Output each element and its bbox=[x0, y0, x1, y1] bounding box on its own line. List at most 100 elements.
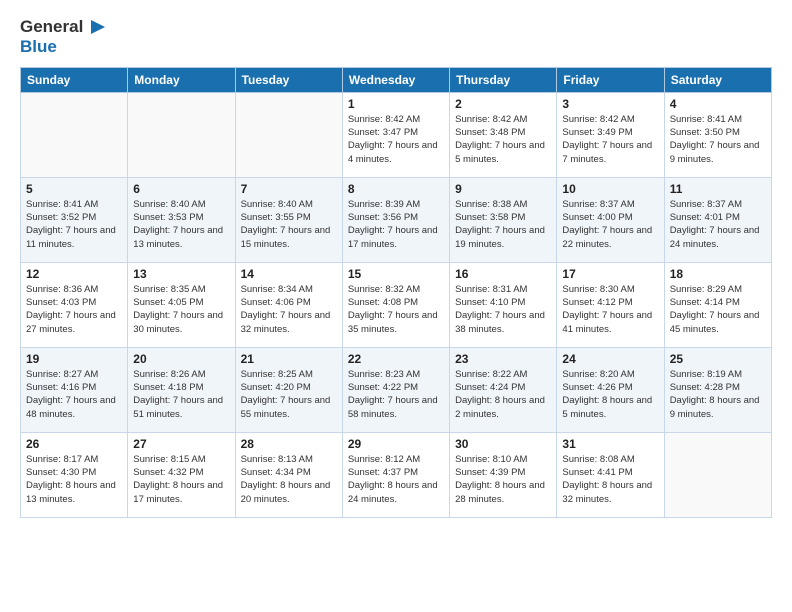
cell-content: Sunrise: 8:23 AM Sunset: 4:22 PM Dayligh… bbox=[348, 368, 444, 421]
cell-content: Sunrise: 8:17 AM Sunset: 4:30 PM Dayligh… bbox=[26, 453, 122, 506]
day-number: 22 bbox=[348, 352, 444, 366]
cell-content: Sunrise: 8:42 AM Sunset: 3:49 PM Dayligh… bbox=[562, 113, 658, 166]
calendar-cell: 19 Sunrise: 8:27 AM Sunset: 4:16 PM Dayli… bbox=[21, 347, 128, 432]
cell-content: Sunrise: 8:15 AM Sunset: 4:32 PM Dayligh… bbox=[133, 453, 229, 506]
day-number: 9 bbox=[455, 182, 551, 196]
calendar-cell: 13 Sunrise: 8:35 AM Sunset: 4:05 PM Dayli… bbox=[128, 262, 235, 347]
day-header-row: SundayMondayTuesdayWednesdayThursdayFrid… bbox=[21, 67, 772, 92]
calendar-page: General Blue SundayMondayTuesdayWednesda… bbox=[0, 0, 792, 612]
calendar-cell: 28 Sunrise: 8:13 AM Sunset: 4:34 PM Dayli… bbox=[235, 432, 342, 517]
day-number: 29 bbox=[348, 437, 444, 451]
cell-content: Sunrise: 8:12 AM Sunset: 4:37 PM Dayligh… bbox=[348, 453, 444, 506]
cell-content: Sunrise: 8:20 AM Sunset: 4:26 PM Dayligh… bbox=[562, 368, 658, 421]
day-number: 13 bbox=[133, 267, 229, 281]
cell-content: Sunrise: 8:13 AM Sunset: 4:34 PM Dayligh… bbox=[241, 453, 337, 506]
cell-content: Sunrise: 8:29 AM Sunset: 4:14 PM Dayligh… bbox=[670, 283, 766, 336]
day-number: 4 bbox=[670, 97, 766, 111]
header: General Blue bbox=[20, 16, 772, 57]
cell-content: Sunrise: 8:39 AM Sunset: 3:56 PM Dayligh… bbox=[348, 198, 444, 251]
cell-content: Sunrise: 8:41 AM Sunset: 3:52 PM Dayligh… bbox=[26, 198, 122, 251]
cell-content: Sunrise: 8:37 AM Sunset: 4:00 PM Dayligh… bbox=[562, 198, 658, 251]
day-number: 5 bbox=[26, 182, 122, 196]
day-number: 23 bbox=[455, 352, 551, 366]
day-header-wednesday: Wednesday bbox=[342, 67, 449, 92]
cell-content: Sunrise: 8:08 AM Sunset: 4:41 PM Dayligh… bbox=[562, 453, 658, 506]
logo-general: General bbox=[20, 18, 83, 37]
week-row-3: 19 Sunrise: 8:27 AM Sunset: 4:16 PM Dayli… bbox=[21, 347, 772, 432]
day-header-monday: Monday bbox=[128, 67, 235, 92]
calendar-cell: 5 Sunrise: 8:41 AM Sunset: 3:52 PM Daylig… bbox=[21, 177, 128, 262]
cell-content: Sunrise: 8:40 AM Sunset: 3:53 PM Dayligh… bbox=[133, 198, 229, 251]
cell-content: Sunrise: 8:32 AM Sunset: 4:08 PM Dayligh… bbox=[348, 283, 444, 336]
calendar-cell bbox=[664, 432, 771, 517]
cell-content: Sunrise: 8:22 AM Sunset: 4:24 PM Dayligh… bbox=[455, 368, 551, 421]
day-number: 21 bbox=[241, 352, 337, 366]
calendar-cell: 1Sunrise: 8:42 AM Sunset: 3:47 PM Daylig… bbox=[342, 92, 449, 177]
calendar-cell: 22 Sunrise: 8:23 AM Sunset: 4:22 PM Dayli… bbox=[342, 347, 449, 432]
day-number: 2 bbox=[455, 97, 551, 111]
week-row-1: 5 Sunrise: 8:41 AM Sunset: 3:52 PM Daylig… bbox=[21, 177, 772, 262]
day-number: 25 bbox=[670, 352, 766, 366]
calendar-cell: 14Sunrise: 8:34 AM Sunset: 4:06 PM Dayli… bbox=[235, 262, 342, 347]
calendar-cell: 18Sunrise: 8:29 AM Sunset: 4:14 PM Dayli… bbox=[664, 262, 771, 347]
day-number: 24 bbox=[562, 352, 658, 366]
cell-content: Sunrise: 8:40 AM Sunset: 3:55 PM Dayligh… bbox=[241, 198, 337, 251]
calendar-cell: 24 Sunrise: 8:20 AM Sunset: 4:26 PM Dayli… bbox=[557, 347, 664, 432]
calendar-cell: 9 Sunrise: 8:38 AM Sunset: 3:58 PM Daylig… bbox=[450, 177, 557, 262]
cell-content: Sunrise: 8:35 AM Sunset: 4:05 PM Dayligh… bbox=[133, 283, 229, 336]
day-number: 16 bbox=[455, 267, 551, 281]
calendar-table: SundayMondayTuesdayWednesdayThursdayFrid… bbox=[20, 67, 772, 518]
day-header-sunday: Sunday bbox=[21, 67, 128, 92]
day-header-tuesday: Tuesday bbox=[235, 67, 342, 92]
day-number: 20 bbox=[133, 352, 229, 366]
logo: General Blue bbox=[20, 16, 107, 57]
cell-content: Sunrise: 8:38 AM Sunset: 3:58 PM Dayligh… bbox=[455, 198, 551, 251]
day-header-friday: Friday bbox=[557, 67, 664, 92]
calendar-cell: 16Sunrise: 8:31 AM Sunset: 4:10 PM Dayli… bbox=[450, 262, 557, 347]
calendar-cell: 26 Sunrise: 8:17 AM Sunset: 4:30 PM Dayli… bbox=[21, 432, 128, 517]
day-number: 27 bbox=[133, 437, 229, 451]
cell-content: Sunrise: 8:10 AM Sunset: 4:39 PM Dayligh… bbox=[455, 453, 551, 506]
day-number: 19 bbox=[26, 352, 122, 366]
day-number: 8 bbox=[348, 182, 444, 196]
cell-content: Sunrise: 8:26 AM Sunset: 4:18 PM Dayligh… bbox=[133, 368, 229, 421]
calendar-cell: 25 Sunrise: 8:19 AM Sunset: 4:28 PM Dayli… bbox=[664, 347, 771, 432]
day-number: 26 bbox=[26, 437, 122, 451]
logo-triangle-icon bbox=[85, 16, 107, 38]
cell-content: Sunrise: 8:30 AM Sunset: 4:12 PM Dayligh… bbox=[562, 283, 658, 336]
calendar-cell: 10 Sunrise: 8:37 AM Sunset: 4:00 PM Dayli… bbox=[557, 177, 664, 262]
calendar-cell: 20 Sunrise: 8:26 AM Sunset: 4:18 PM Dayli… bbox=[128, 347, 235, 432]
calendar-cell bbox=[21, 92, 128, 177]
calendar-cell: 21Sunrise: 8:25 AM Sunset: 4:20 PM Dayli… bbox=[235, 347, 342, 432]
calendar-cell: 4 Sunrise: 8:41 AM Sunset: 3:50 PM Daylig… bbox=[664, 92, 771, 177]
day-number: 28 bbox=[241, 437, 337, 451]
calendar-cell bbox=[128, 92, 235, 177]
logo-text: General Blue bbox=[20, 16, 107, 57]
day-number: 1 bbox=[348, 97, 444, 111]
cell-content: Sunrise: 8:41 AM Sunset: 3:50 PM Dayligh… bbox=[670, 113, 766, 166]
day-header-saturday: Saturday bbox=[664, 67, 771, 92]
calendar-cell: 7 Sunrise: 8:40 AM Sunset: 3:55 PM Daylig… bbox=[235, 177, 342, 262]
calendar-cell: 27 Sunrise: 8:15 AM Sunset: 4:32 PM Dayli… bbox=[128, 432, 235, 517]
calendar-cell: 15 Sunrise: 8:32 AM Sunset: 4:08 PM Dayli… bbox=[342, 262, 449, 347]
day-number: 7 bbox=[241, 182, 337, 196]
calendar-cell: 6Sunrise: 8:40 AM Sunset: 3:53 PM Daylig… bbox=[128, 177, 235, 262]
cell-content: Sunrise: 8:27 AM Sunset: 4:16 PM Dayligh… bbox=[26, 368, 122, 421]
day-number: 15 bbox=[348, 267, 444, 281]
calendar-cell: 31Sunrise: 8:08 AM Sunset: 4:41 PM Dayli… bbox=[557, 432, 664, 517]
cell-content: Sunrise: 8:34 AM Sunset: 4:06 PM Dayligh… bbox=[241, 283, 337, 336]
calendar-cell: 3 Sunrise: 8:42 AM Sunset: 3:49 PM Daylig… bbox=[557, 92, 664, 177]
cell-content: Sunrise: 8:19 AM Sunset: 4:28 PM Dayligh… bbox=[670, 368, 766, 421]
cell-content: Sunrise: 8:36 AM Sunset: 4:03 PM Dayligh… bbox=[26, 283, 122, 336]
cell-content: Sunrise: 8:42 AM Sunset: 3:48 PM Dayligh… bbox=[455, 113, 551, 166]
day-number: 3 bbox=[562, 97, 658, 111]
day-number: 30 bbox=[455, 437, 551, 451]
week-row-2: 12Sunrise: 8:36 AM Sunset: 4:03 PM Dayli… bbox=[21, 262, 772, 347]
calendar-cell: 30 Sunrise: 8:10 AM Sunset: 4:39 PM Dayli… bbox=[450, 432, 557, 517]
cell-content: Sunrise: 8:37 AM Sunset: 4:01 PM Dayligh… bbox=[670, 198, 766, 251]
calendar-cell: 2 Sunrise: 8:42 AM Sunset: 3:48 PM Daylig… bbox=[450, 92, 557, 177]
day-number: 10 bbox=[562, 182, 658, 196]
calendar-cell bbox=[235, 92, 342, 177]
day-number: 17 bbox=[562, 267, 658, 281]
day-number: 11 bbox=[670, 182, 766, 196]
